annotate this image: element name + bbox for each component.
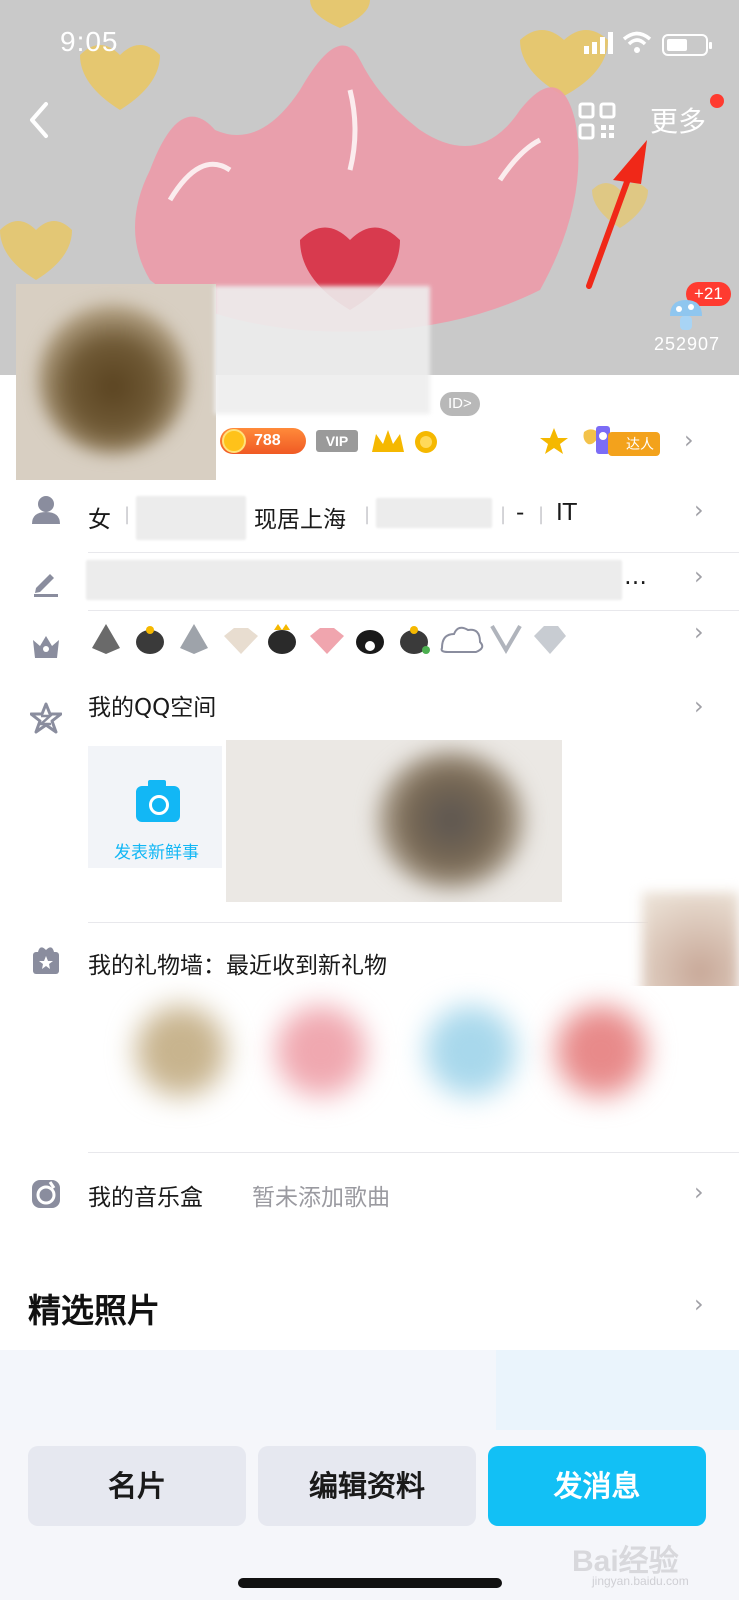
chevron-right-icon: › — [694, 496, 704, 524]
medals-row[interactable]: › — [0, 612, 739, 674]
music-disc-icon — [32, 1180, 60, 1208]
coin-icon — [222, 429, 246, 453]
nickname-blurred — [214, 286, 430, 414]
level-icons — [372, 428, 568, 455]
gift-item — [426, 1006, 516, 1096]
featured-photos-title[interactable]: 精选照片 — [28, 1284, 160, 1332]
visitor-count: 252907 — [654, 334, 721, 354]
avatar[interactable] — [16, 284, 216, 480]
divider: | — [538, 504, 545, 525]
chevron-right-icon[interactable]: › — [694, 1290, 704, 1318]
coin-value: 788 — [254, 432, 281, 449]
divider-line — [88, 922, 648, 923]
coin-badge: 788 — [220, 428, 306, 454]
qzone-photo-thumbnail[interactable] — [226, 740, 562, 902]
watermark-url: jingyan.baidu.com — [592, 1574, 689, 1588]
gift-item — [276, 1006, 366, 1096]
qr-code-icon[interactable] — [578, 102, 616, 140]
chevron-right-icon: › — [694, 562, 704, 590]
chevron-right-icon[interactable]: › — [694, 1178, 704, 1206]
industry-text: IT — [556, 500, 577, 526]
signature-ellipsis: … — [624, 564, 647, 590]
gender-text: 女 — [88, 507, 111, 533]
qzone-star-icon — [30, 702, 62, 734]
divider: | — [364, 504, 371, 525]
wifi-icon — [622, 31, 652, 53]
home-indicator[interactable] — [238, 1578, 502, 1588]
signature-blurred — [86, 560, 622, 600]
bottom-action-bar: 名片 编辑资料 发消息 Bai经验 jingyan.baidu.com — [0, 1430, 739, 1600]
annotation-arrow — [586, 140, 647, 289]
id-badge[interactable]: ID> — [440, 392, 480, 416]
chevron-right-icon: › — [684, 426, 694, 454]
gift-icon — [33, 947, 59, 974]
age-blurred — [136, 496, 246, 540]
level-badges-row[interactable]: 788 VIP 达人 › — [212, 420, 739, 478]
gift-item — [136, 1006, 226, 1096]
card-button[interactable]: 名片 — [28, 1446, 246, 1526]
back-icon[interactable] — [22, 98, 62, 142]
hometown-blurred — [376, 498, 492, 528]
vip-badge: VIP — [316, 430, 358, 452]
notification-dot — [710, 94, 724, 108]
post-new-label: 发表新鲜事 — [114, 843, 199, 863]
edit-profile-button[interactable]: 编辑资料 — [258, 1446, 476, 1526]
chevron-right-icon[interactable]: › — [694, 692, 704, 720]
dash-text: - — [516, 500, 525, 526]
divider-line — [88, 610, 739, 611]
signature-row[interactable]: … › — [0, 552, 739, 608]
gift-item — [556, 1006, 646, 1096]
post-new-button[interactable]: 发表新鲜事 — [88, 746, 222, 868]
music-box-title[interactable]: 我的音乐盒 — [88, 1178, 203, 1212]
send-message-button[interactable]: 发消息 — [488, 1446, 706, 1526]
divider: | — [500, 504, 507, 525]
divider: | — [124, 504, 131, 525]
residence-text: 现居上海 — [254, 507, 346, 533]
cellular-signal-icon — [584, 32, 613, 54]
mushroom-icon — [670, 300, 702, 330]
more-button[interactable]: 更多 — [650, 100, 706, 140]
basic-info-row[interactable]: 女 | 现居上海 | | - | IT › — [0, 482, 739, 542]
music-box-status: 暂未添加歌曲 — [252, 1185, 390, 1211]
medal-icons — [92, 624, 566, 654]
chevron-right-icon: › — [694, 618, 704, 646]
talent-tag: 达人 — [608, 432, 660, 456]
qzone-title[interactable]: 我的QQ空间 — [88, 688, 216, 722]
status-bar: 9:05 — [0, 0, 739, 90]
gift-wall-title[interactable]: 我的礼物墙：最近收到新礼物 — [88, 946, 387, 980]
gift-wall-gallery[interactable] — [76, 986, 739, 1126]
status-time: 9:05 — [60, 26, 119, 57]
visitor-widget[interactable]: +21 252907 — [650, 282, 739, 362]
talent-badge: 达人 — [582, 422, 666, 460]
battery-icon — [662, 34, 712, 56]
divider-line — [88, 1152, 739, 1153]
camera-icon — [136, 780, 180, 822]
